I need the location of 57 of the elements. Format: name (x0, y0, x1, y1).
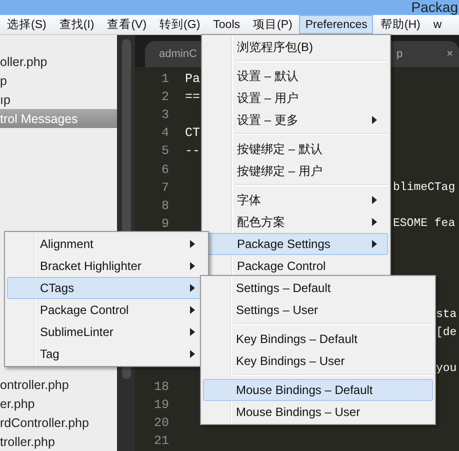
menu-bar-item[interactable]: 帮助(H) (374, 15, 426, 34)
file-item[interactable]: er.php (0, 394, 117, 413)
line-number: 20 (152, 416, 169, 430)
menu-item[interactable]: 设置 – 更多 (204, 109, 388, 131)
menu-item[interactable]: Mouse Bindings – Default (203, 379, 433, 401)
menu-bar-item[interactable]: 查找(I) (53, 15, 100, 34)
code-text: ESOME fea (393, 217, 456, 230)
line-number: 6 (160, 162, 169, 177)
menu-bar-item[interactable]: 选择(S) (1, 15, 52, 34)
menu-item[interactable]: Alignment (7, 233, 206, 255)
menu-bar-item[interactable]: w (427, 15, 448, 34)
menu-item[interactable]: Settings – Default (203, 277, 433, 299)
line-number: 19 (152, 398, 169, 412)
line-number: 21 (152, 434, 169, 448)
code-text: you (436, 362, 457, 376)
tab-label: p (396, 48, 403, 60)
menu-bar-item[interactable]: Preferences (299, 15, 374, 34)
line-number: 4 (160, 126, 169, 140)
code-text: [de (436, 326, 457, 339)
menu-item[interactable]: Key Bindings – User (203, 350, 433, 372)
file-item[interactable]: rdController.php (0, 413, 117, 432)
code-text: blimeCTag (393, 181, 456, 194)
window-title: Packag (411, 0, 458, 15)
menu-item[interactable]: 按键绑定 – 用户 (204, 160, 388, 182)
file-item[interactable]: ıp (0, 90, 117, 109)
line-number: 9 (160, 216, 169, 231)
menu-bar-item[interactable]: 项目(P) (247, 15, 298, 34)
line-number: 8 (160, 198, 169, 213)
menu-item[interactable]: Bracket Highlighter (7, 255, 206, 277)
file-item[interactable]: ontroller.php (0, 375, 117, 394)
file-item[interactable]: troller.php (0, 432, 117, 451)
menu-item[interactable]: 浏览程序包(B) (204, 36, 388, 58)
menu-item[interactable]: 配色方案 (204, 211, 388, 233)
code-text: CT (185, 126, 200, 140)
line-number: 1 (160, 72, 169, 86)
line-number: 3 (160, 108, 169, 122)
line-number: 5 (160, 144, 169, 158)
code-text: sta (436, 308, 457, 321)
menu-bar-item[interactable]: 转到(G) (154, 15, 206, 34)
menu-item[interactable]: 字体 (204, 189, 388, 211)
code-text: Pa (185, 72, 200, 86)
line-number: 2 (160, 90, 169, 104)
menu-item[interactable]: Key Bindings – Default (203, 328, 433, 350)
file-item[interactable]: oller.php (0, 52, 117, 71)
close-icon[interactable]: × (446, 48, 453, 60)
line-number: 7 (160, 180, 169, 195)
menu-item[interactable]: 设置 – 用户 (204, 87, 388, 109)
menu-item[interactable]: Mouse Bindings – User (203, 401, 433, 423)
line-number: 18 (152, 380, 169, 394)
file-item[interactable]: p (0, 71, 117, 90)
menu-item[interactable]: Settings – User (203, 299, 433, 321)
code-text: -- (185, 144, 200, 158)
menu-item[interactable]: 设置 – 默认 (204, 65, 388, 87)
menu-bar-item[interactable]: Tools (207, 15, 246, 34)
menu-item[interactable]: 按键绑定 – 默认 (204, 138, 388, 160)
code-text: == (185, 90, 200, 104)
menu-bar-item[interactable]: 查看(V) (101, 15, 153, 34)
